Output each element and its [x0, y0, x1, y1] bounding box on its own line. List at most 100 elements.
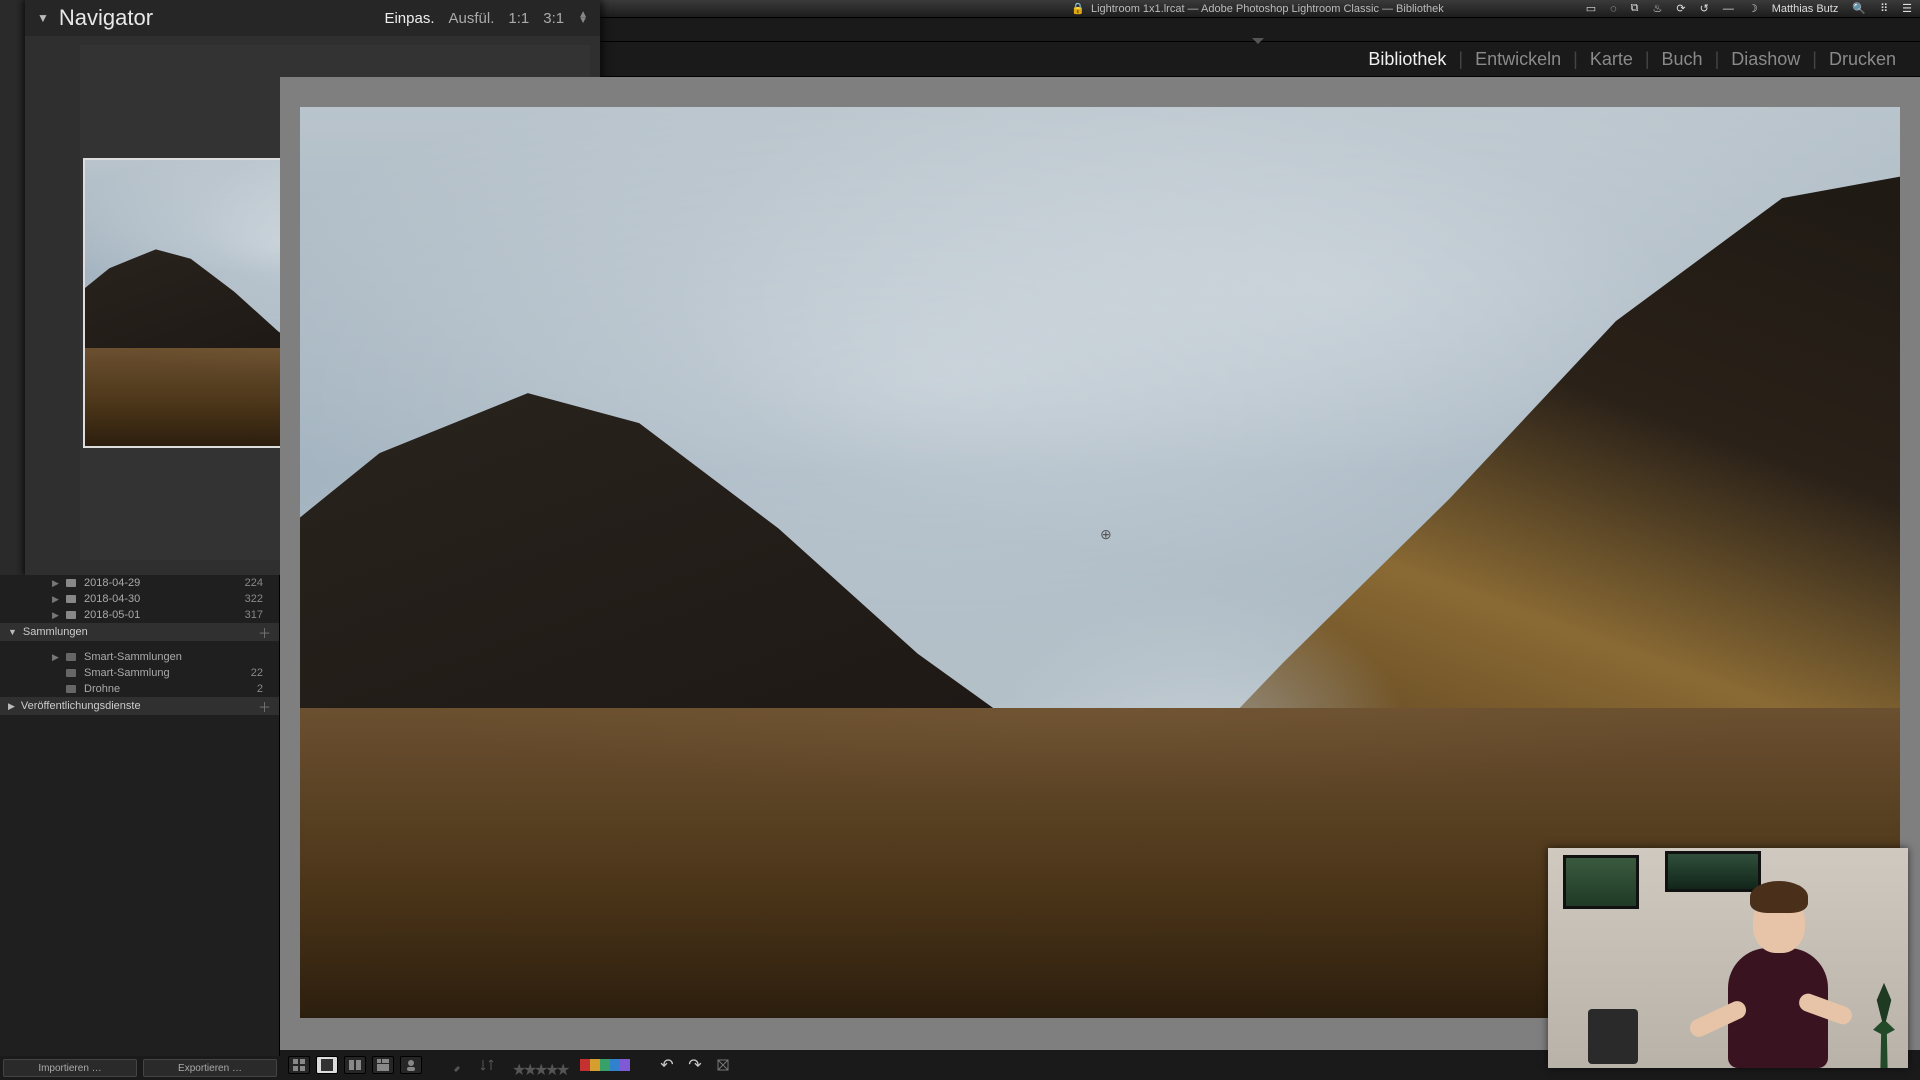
folder-name: 2018-04-30	[84, 593, 245, 605]
zoom-ratio[interactable]: 3:1	[543, 10, 564, 27]
collection-row[interactable]: Smart-Sammlung 22	[0, 665, 279, 681]
zoom-cursor-icon: ⊕	[1100, 526, 1112, 543]
lock-icon: 🔒	[1071, 2, 1085, 15]
collection-count: 22	[251, 667, 263, 679]
collection-name: Drohne	[84, 683, 257, 695]
people-view-button[interactable]	[400, 1056, 422, 1074]
navigator-title: Navigator	[59, 5, 153, 31]
star-icon[interactable]: ★	[512, 1060, 522, 1070]
wall-art	[1566, 858, 1636, 906]
navigator-header: ▼ Navigator Einpas. Ausfül. 1:1 3:1 ▲▼	[25, 0, 600, 36]
add-publish-icon[interactable]: ＋	[258, 697, 271, 716]
star-icon[interactable]: ★	[545, 1060, 555, 1070]
star-icon[interactable]: ★	[556, 1060, 566, 1070]
left-tree: ▶ 2018-04-29 224 ▶ 2018-04-30 322 ▶ 2018…	[0, 575, 280, 1060]
folder-name: 2018-05-01	[84, 609, 245, 621]
color-label-purple[interactable]	[620, 1059, 630, 1071]
mac-menubar: 🔒 Lightroom 1x1.lrcat — Adobe Photoshop …	[595, 0, 1920, 18]
folder-row[interactable]: ▶ 2018-05-01 317	[0, 607, 279, 623]
publish-title: Veröffentlichungsdienste	[21, 700, 141, 712]
left-bottom-buttons: Importieren … Exportieren …	[0, 1056, 280, 1080]
collections-header[interactable]: ▼ Sammlungen ＋	[0, 623, 279, 641]
zoom-stepper-icon[interactable]: ▲▼	[578, 12, 588, 24]
color-label-green[interactable]	[600, 1059, 610, 1071]
rating-stars[interactable]: ★ ★ ★ ★ ★	[512, 1060, 566, 1070]
user-name[interactable]: Matthias Butz	[1772, 3, 1839, 15]
disclosure-down-icon[interactable]: ▼	[8, 627, 17, 637]
updates-icon[interactable]: ⟳	[1676, 2, 1685, 15]
module-karte[interactable]: Karte	[1586, 49, 1637, 70]
disclosure-down-icon[interactable]: ▼	[37, 11, 49, 25]
star-icon[interactable]: ★	[534, 1060, 544, 1070]
smart-collection-icon	[66, 653, 76, 661]
export-button[interactable]: Exportieren …	[143, 1059, 277, 1077]
folder-icon	[66, 595, 76, 603]
dnd-icon[interactable]: ☽	[1748, 2, 1758, 15]
collection-row[interactable]: Drohne 2	[0, 681, 279, 697]
divider-icon: —	[1723, 3, 1734, 15]
module-separator: |	[1458, 49, 1463, 70]
sort-button[interactable]	[476, 1056, 498, 1074]
folder-icon	[66, 611, 76, 619]
display-icon[interactable]: ▭	[1586, 2, 1596, 15]
collection-name: Smart-Sammlung	[84, 667, 251, 679]
collection-name: Smart-Sammlungen	[84, 651, 263, 663]
control-center-icon[interactable]: ⠿	[1880, 2, 1888, 15]
module-diashow[interactable]: Diashow	[1727, 49, 1804, 70]
star-icon[interactable]: ★	[523, 1060, 533, 1070]
compare-view-button[interactable]	[344, 1056, 366, 1074]
collection-icon	[66, 685, 76, 693]
folder-icon	[66, 579, 76, 587]
chevron-right-icon[interactable]: ▶	[52, 578, 59, 589]
color-label-blue[interactable]	[610, 1059, 620, 1071]
import-button[interactable]: Importieren …	[3, 1059, 137, 1077]
smart-collection-icon	[66, 669, 76, 677]
chevron-right-icon[interactable]: ▶	[52, 652, 59, 663]
sync-button[interactable]	[712, 1056, 734, 1074]
folder-count: 322	[245, 593, 263, 605]
module-drucken[interactable]: Drucken	[1825, 49, 1900, 70]
folder-row[interactable]: ▶ 2018-04-29 224	[0, 575, 279, 591]
zoom-fill[interactable]: Ausfül.	[449, 10, 495, 27]
publish-header[interactable]: ▶ Veröffentlichungsdienste ＋	[0, 697, 279, 715]
cloud-sync-icon[interactable]: ◌	[1610, 3, 1617, 15]
module-separator: |	[1645, 49, 1650, 70]
desk-speaker	[1588, 1009, 1638, 1064]
module-entwickeln[interactable]: Entwickeln	[1471, 49, 1565, 70]
chevron-right-icon[interactable]: ▶	[8, 701, 15, 712]
zoom-1to1[interactable]: 1:1	[508, 10, 529, 27]
presenter	[1698, 878, 1848, 1068]
presenter-webcam-overlay	[1548, 848, 1908, 1068]
module-bibliothek[interactable]: Bibliothek	[1364, 49, 1450, 70]
survey-view-button[interactable]	[372, 1056, 394, 1074]
notification-center-icon[interactable]: ☰	[1902, 2, 1912, 15]
zoom-fit[interactable]: Einpas.	[384, 10, 434, 27]
color-label-yellow[interactable]	[590, 1059, 600, 1071]
loupe-view-button[interactable]	[316, 1056, 338, 1074]
window-title: Lightroom 1x1.lrcat — Adobe Photoshop Li…	[1091, 3, 1444, 15]
folder-row[interactable]: ▶ 2018-04-30 322	[0, 591, 279, 607]
rotate-left-button[interactable]: ↶	[656, 1056, 678, 1074]
module-picker: Bibliothek | Entwickeln | Karte | Buch |…	[595, 42, 1920, 77]
color-label-red[interactable]	[580, 1059, 590, 1071]
module-separator: |	[1573, 49, 1578, 70]
module-separator: |	[1812, 49, 1817, 70]
folder-name: 2018-04-29	[84, 577, 245, 589]
collection-row[interactable]: ▶ Smart-Sammlungen	[0, 649, 279, 665]
folder-count: 224	[245, 577, 263, 589]
chevron-right-icon[interactable]: ▶	[52, 610, 59, 621]
navigator-zoom-controls: Einpas. Ausfül. 1:1 3:1 ▲▼	[384, 10, 588, 27]
module-buch[interactable]: Buch	[1658, 49, 1707, 70]
panel-expand-triangle-icon[interactable]	[1252, 38, 1264, 44]
flame-icon[interactable]: ♨	[1653, 2, 1663, 15]
chevron-right-icon[interactable]: ▶	[52, 594, 59, 605]
grid-view-button[interactable]	[288, 1056, 310, 1074]
color-labels	[580, 1059, 630, 1071]
spotlight-icon[interactable]: 🔍	[1852, 2, 1866, 15]
add-collection-icon[interactable]: ＋	[258, 623, 271, 642]
rotate-right-button[interactable]: ↷	[684, 1056, 706, 1074]
folder-count: 317	[245, 609, 263, 621]
painter-tool-button[interactable]	[448, 1056, 470, 1074]
time-machine-icon[interactable]: ↺	[1700, 2, 1709, 15]
dropbox-icon[interactable]: ⧉	[1631, 2, 1639, 15]
